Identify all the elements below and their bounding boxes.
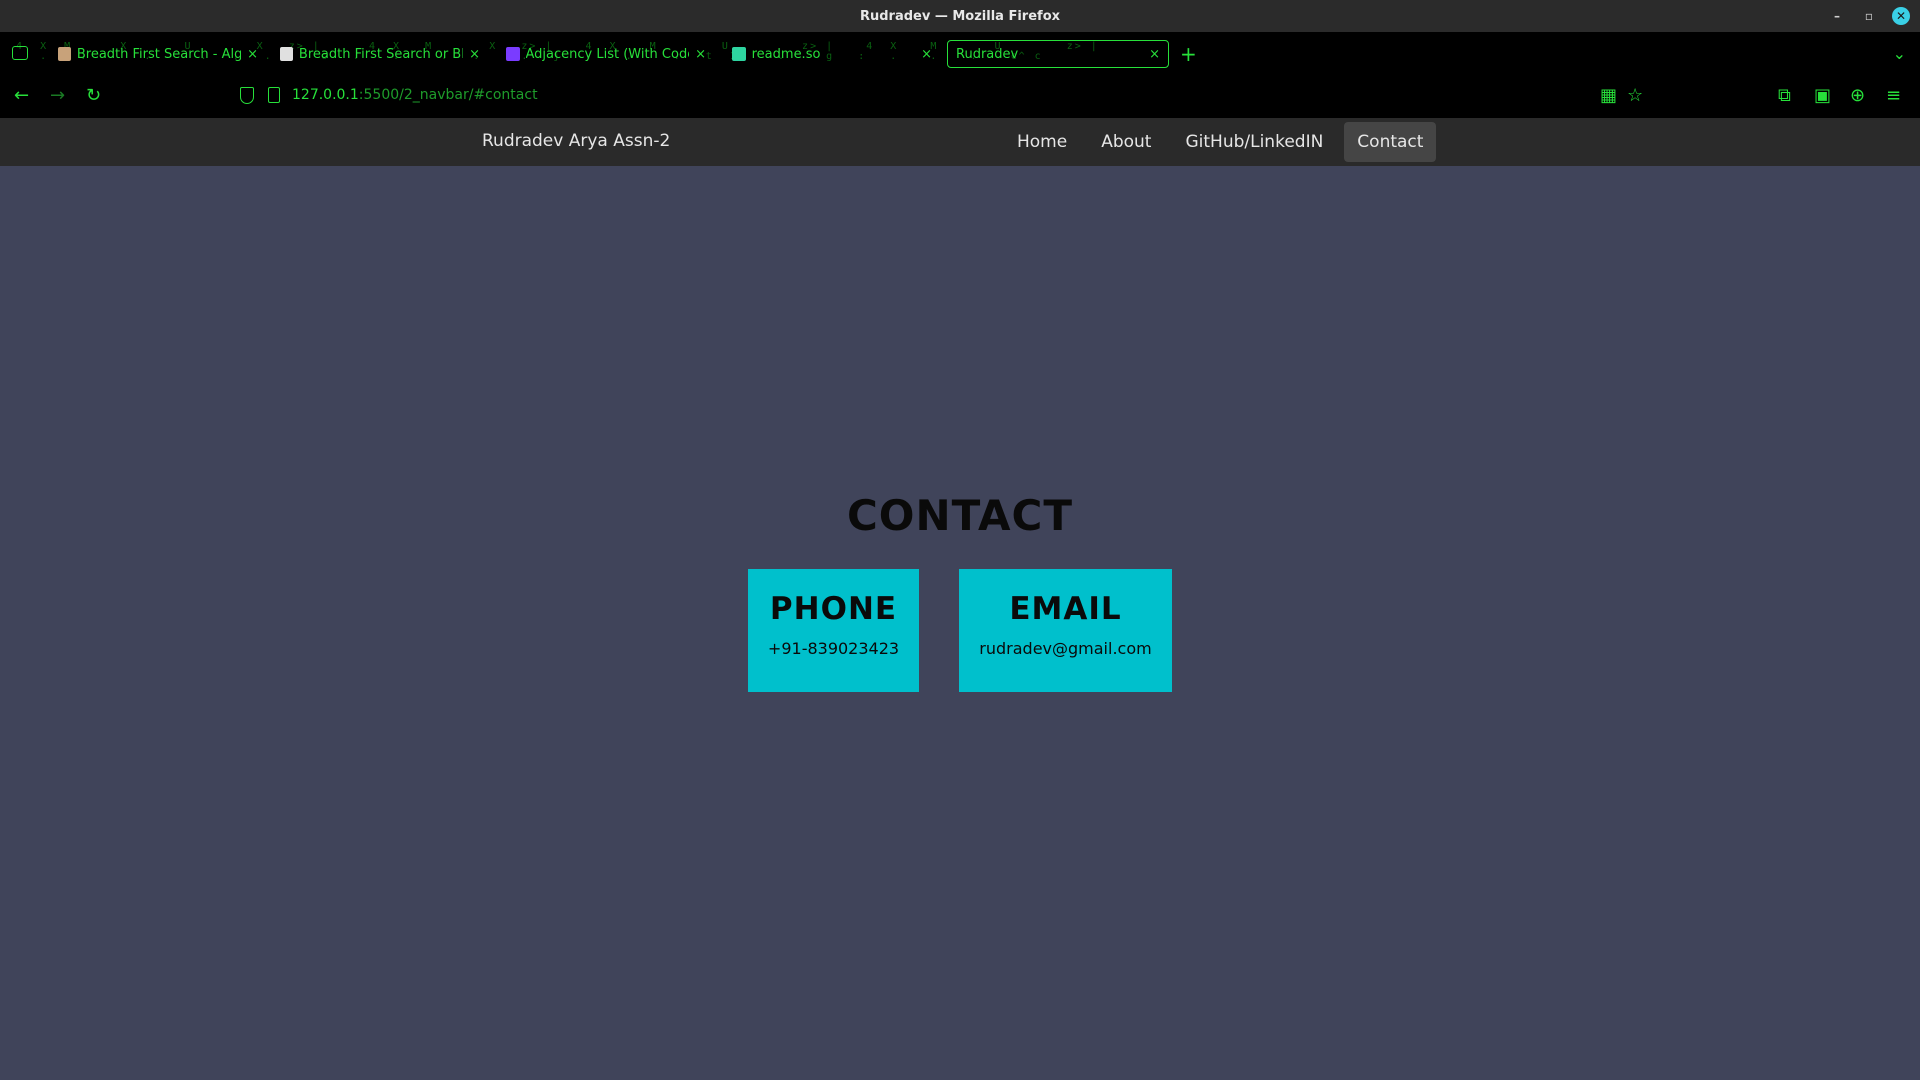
shield-icon[interactable]	[240, 87, 254, 104]
tab-favicon-icon	[732, 47, 746, 61]
restore-button[interactable]: ▫	[1860, 7, 1878, 25]
tab-label: Rudradev	[956, 46, 1019, 62]
window-controls: – ▫ ✕	[1828, 0, 1910, 32]
tab-close-icon[interactable]: ×	[247, 47, 258, 62]
email-heading: EMAIL	[1009, 591, 1122, 627]
tab-favicon-icon	[506, 47, 520, 61]
tab-readme[interactable]: readme.so ×	[724, 40, 940, 68]
site-navbar: Rudradev Arya Assn-2 Home About GitHub/L…	[0, 118, 1920, 166]
apps-grid-icon[interactable]: ▣	[1814, 86, 1831, 106]
extensions-icon[interactable]: ⧉	[1778, 86, 1791, 106]
nav-link-home[interactable]: Home	[1004, 122, 1080, 162]
tab-rudradev[interactable]: Rudradev ×	[947, 40, 1169, 68]
tab-list-icon[interactable]	[12, 46, 28, 60]
window-title: Rudradev — Mozilla Firefox	[859, 8, 1061, 24]
forward-arrow-icon[interactable]: →	[50, 86, 65, 106]
tab-label: Breadth First Search or BFS	[298, 46, 464, 62]
new-tab-button[interactable]: +	[1180, 44, 1197, 64]
url-host: 127.0.0.1	[292, 87, 359, 103]
tab-strip: 4 X M X U X z> | 4 X M X z> | 4 X M U z>…	[0, 32, 1920, 76]
tab-close-icon[interactable]: ×	[695, 47, 706, 62]
phone-heading: PHONE	[769, 591, 898, 627]
close-window-button[interactable]: ✕	[1892, 7, 1910, 25]
tab-adjacency-list[interactable]: Adjacency List (With Code ×	[498, 40, 714, 68]
site-nav-links: Home About GitHub/LinkedIN Contact	[1004, 122, 1437, 162]
page-info-icon[interactable]	[268, 87, 280, 103]
tab-label: Adjacency List (With Code	[525, 46, 690, 62]
bookmark-star-icon[interactable]: ☆	[1627, 86, 1643, 106]
tab-favicon-icon	[280, 47, 293, 61]
nav-toolbar: ← → ↻ 127.0.0.1:5500/2_navbar/#contact ▦…	[0, 76, 1920, 118]
tab-bfs-geeks[interactable]: Breadth First Search or BFS ×	[272, 40, 488, 68]
nav-link-github-linkedin[interactable]: GitHub/LinkedIN	[1172, 122, 1336, 162]
url-path: :5500/2_navbar/#contact	[358, 87, 538, 103]
tab-bfs-algorithm[interactable]: Breadth First Search - Algor ×	[50, 40, 266, 68]
nav-link-contact[interactable]: Contact	[1344, 122, 1437, 162]
back-arrow-icon[interactable]: ←	[14, 86, 29, 106]
tab-close-icon[interactable]: ×	[921, 47, 932, 62]
site-brand[interactable]: Rudradev Arya Assn-2	[482, 131, 670, 151]
hamburger-menu-icon[interactable]: ≡	[1886, 86, 1901, 106]
email-address: rudradev@gmail.com	[979, 639, 1152, 658]
window-titlebar: Rudradev — Mozilla Firefox – ▫ ✕	[0, 0, 1920, 32]
contact-heading: CONTACT	[846, 491, 1074, 540]
tab-overflow-chevron-icon[interactable]: ⌄	[1893, 44, 1906, 63]
qr-code-icon[interactable]: ▦	[1600, 86, 1617, 106]
phone-card: PHONE +91-839023423	[748, 569, 919, 692]
tab-label: Breadth First Search - Algor	[76, 46, 242, 62]
reload-icon[interactable]: ↻	[86, 86, 101, 106]
nav-link-about[interactable]: About	[1088, 122, 1164, 162]
tab-favicon-icon	[58, 47, 71, 61]
phone-number: +91-839023423	[767, 639, 900, 658]
tab-label: readme.so	[751, 46, 821, 62]
page-content: CONTACT PHONE +91-839023423 EMAIL rudrad…	[0, 166, 1920, 1080]
url-bar[interactable]: 127.0.0.1:5500/2_navbar/#contact	[292, 87, 538, 103]
tab-close-icon[interactable]: ×	[1149, 47, 1160, 62]
email-card: EMAIL rudradev@gmail.com	[959, 569, 1172, 692]
tab-close-icon[interactable]: ×	[469, 47, 480, 62]
account-icon[interactable]: ⊕	[1850, 86, 1865, 106]
minimize-button[interactable]: –	[1828, 7, 1846, 25]
